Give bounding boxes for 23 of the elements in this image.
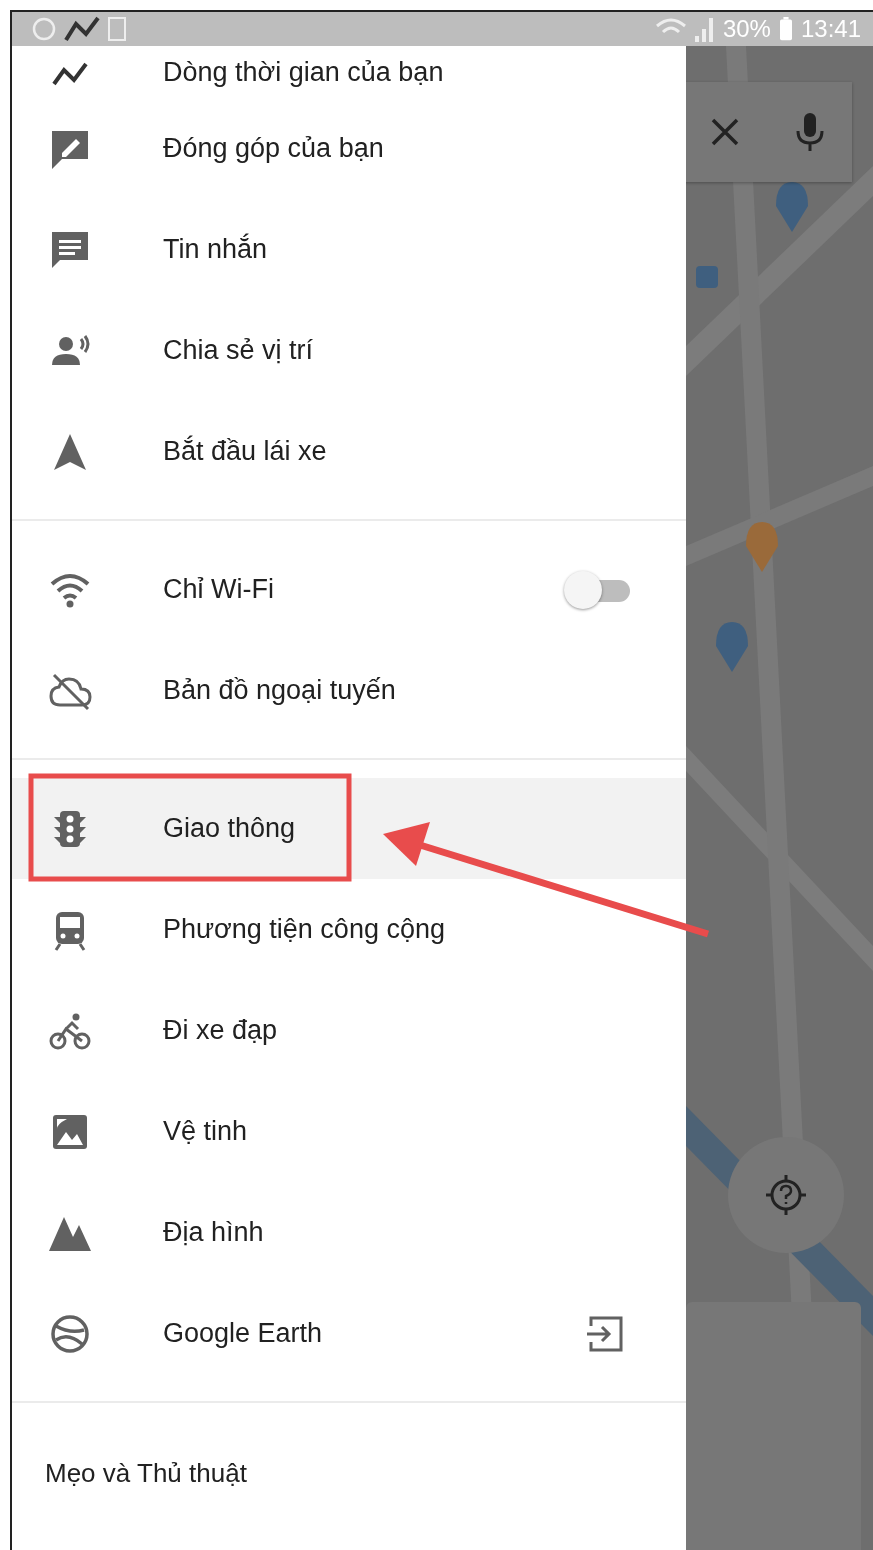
- clock: 13:41: [800, 15, 861, 43]
- close-icon[interactable]: [709, 117, 740, 147]
- menu-item[interactable]: Chỉ Wi-Fi: [12, 539, 686, 640]
- microphone-icon[interactable]: [794, 111, 825, 153]
- battery-icon: [778, 17, 793, 41]
- menu-item[interactable]: Đóng góp của bạn: [12, 98, 686, 199]
- timeline-icon: [64, 16, 100, 42]
- menu-item[interactable]: Bản đồ ngoại tuyến: [12, 640, 686, 741]
- menu-item[interactable]: Dòng thời gian của bạn: [12, 46, 686, 98]
- menu-item[interactable]: Bắt đầu lái xe: [12, 401, 686, 502]
- menu-item[interactable]: Giao thông: [12, 778, 686, 879]
- menu-item[interactable]: Vệ tinh: [12, 1081, 686, 1182]
- battery-percent: 30%: [722, 15, 771, 43]
- menu-item[interactable]: Google Earth: [12, 1283, 686, 1384]
- menu-item[interactable]: Phương tiện công cộng: [12, 879, 686, 980]
- toggle-switch[interactable]: [564, 569, 630, 610]
- menu-item[interactable]: Chia sẻ vị trí: [12, 300, 686, 401]
- menu-item[interactable]: Địa hình: [12, 1182, 686, 1283]
- menu-item[interactable]: Đi xe đạp: [12, 980, 686, 1081]
- tips-link[interactable]: Mẹo và Thủ thuật: [45, 1457, 247, 1489]
- clipboard-icon: [108, 17, 126, 41]
- menu-item[interactable]: Tin nhắn: [12, 199, 686, 300]
- power-icon: [32, 17, 56, 41]
